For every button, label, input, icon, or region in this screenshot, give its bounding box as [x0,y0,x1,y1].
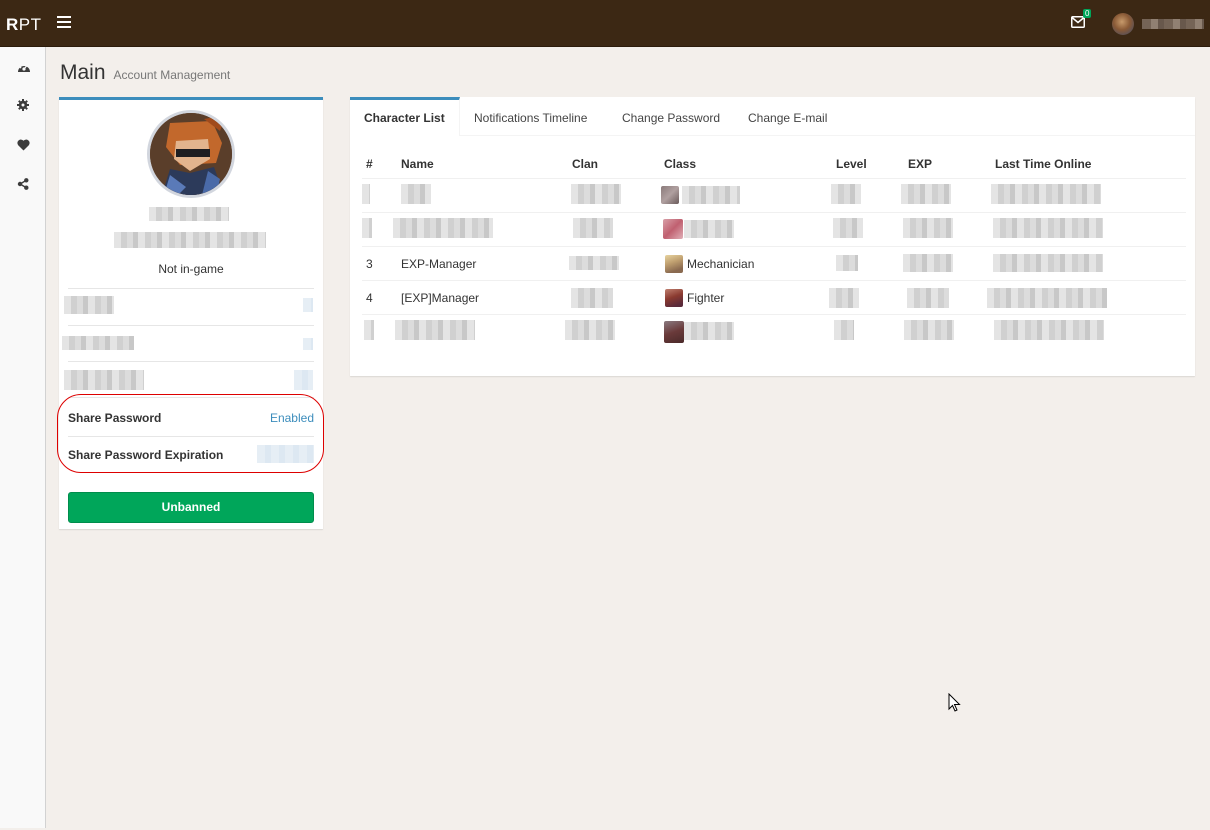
info-value-redacted [303,298,313,312]
account-name-redacted [149,207,229,221]
cell-redacted [565,320,615,340]
cell-redacted [571,184,621,204]
divider [68,325,314,326]
cell-redacted [833,218,863,238]
cell-redacted [573,218,613,238]
sidebar [0,47,46,828]
cell-redacted [401,184,431,204]
class-icon-redacted [664,321,684,343]
column-header-clan: Clan [572,157,599,171]
tab-character-list[interactable]: Character List [350,97,460,136]
cell-redacted [684,220,734,238]
dashboard-icon[interactable] [17,61,31,75]
column-header-number: # [366,157,373,171]
cell-level-redacted [836,255,858,271]
share-icon[interactable] [17,178,31,192]
profile-box: Not in-game Share Password Enabled Share… [57,97,324,529]
brand-logo[interactable]: RPT [6,15,42,35]
cell-redacted [831,184,861,204]
cell-last-online-redacted [993,254,1103,272]
cell-redacted [991,184,1101,204]
table-divider [362,212,1186,213]
cell-redacted [993,218,1103,238]
ban-status-button[interactable]: Unbanned [68,492,314,523]
table-divider [362,246,1186,247]
cell-redacted [994,320,1104,340]
column-header-class: Class [664,157,697,171]
ingame-status: Not in-game [158,262,224,276]
cell-number: 4 [366,291,373,305]
cell-redacted [364,320,374,340]
cell-redacted [904,320,954,340]
cell-exp-redacted [907,288,949,308]
page-subtitle: Account Management [113,68,231,82]
user-name-redacted [1142,19,1204,29]
class-icon-redacted [661,186,679,204]
column-header-exp: EXP [908,157,933,171]
class-icon-redacted [663,219,683,239]
user-menu[interactable] [1112,13,1204,35]
user-avatar [1112,13,1134,35]
tab-notifications-timeline[interactable]: Notifications Timeline [474,97,587,136]
cell-redacted [901,184,951,204]
column-header-last-online: Last Time Online [995,157,1092,171]
cell-name[interactable]: EXP-Manager [401,257,476,271]
cell-redacted [393,218,493,238]
cell-clan-redacted [571,288,613,308]
gear-icon[interactable] [17,99,31,113]
mouse-cursor-icon [948,692,961,712]
sidebar-toggle-icon[interactable] [57,16,71,30]
info-value-redacted [303,338,313,350]
divider [68,288,314,289]
tab-change-password[interactable]: Change Password [622,97,720,136]
content-header: Main Account Management [60,61,230,85]
page-title: Main [60,61,106,84]
mail-count-badge: 0 [1083,9,1092,18]
cell-redacted [903,218,953,238]
brand-logo-bold: R [6,15,19,34]
cell-redacted [362,184,370,204]
tab-change-email[interactable]: Change E-mail [748,97,827,136]
cell-redacted [362,218,372,238]
top-navbar: RPT 0 [0,0,1210,47]
column-header-name: Name [401,157,434,171]
profile-avatar [147,110,235,198]
info-label-redacted [62,336,134,350]
divider [68,361,314,362]
tab-bar: Character List Notifications Timeline Ch… [350,97,1195,136]
mechanician-class-icon [665,255,683,273]
info-value-redacted [294,370,313,390]
cell-exp-redacted [903,254,953,272]
cell-class: Mechanician [687,257,755,271]
cell-redacted [395,320,475,340]
mail-icon[interactable]: 0 [1071,9,1092,30]
table-divider [362,178,1186,179]
column-header-level: Level [836,157,867,171]
fighter-class-icon [665,289,683,307]
cell-number: 3 [366,257,373,271]
cell-redacted [834,320,854,340]
info-label-redacted [64,296,114,314]
account-email-redacted [114,232,266,248]
table-divider [362,280,1186,281]
cell-level-redacted [829,288,859,308]
brand-logo-rest: PT [18,15,42,34]
cell-clan-redacted [569,256,619,270]
cell-name[interactable]: [EXP]Manager [401,291,479,305]
cell-redacted [682,186,740,204]
highlight-annotation [57,394,324,473]
table-divider [362,314,1186,315]
cell-class: Fighter [687,291,725,305]
info-label-redacted [64,370,144,390]
cell-redacted [684,322,734,340]
cell-last-online-redacted [987,288,1107,308]
heart-icon[interactable] [17,139,31,153]
